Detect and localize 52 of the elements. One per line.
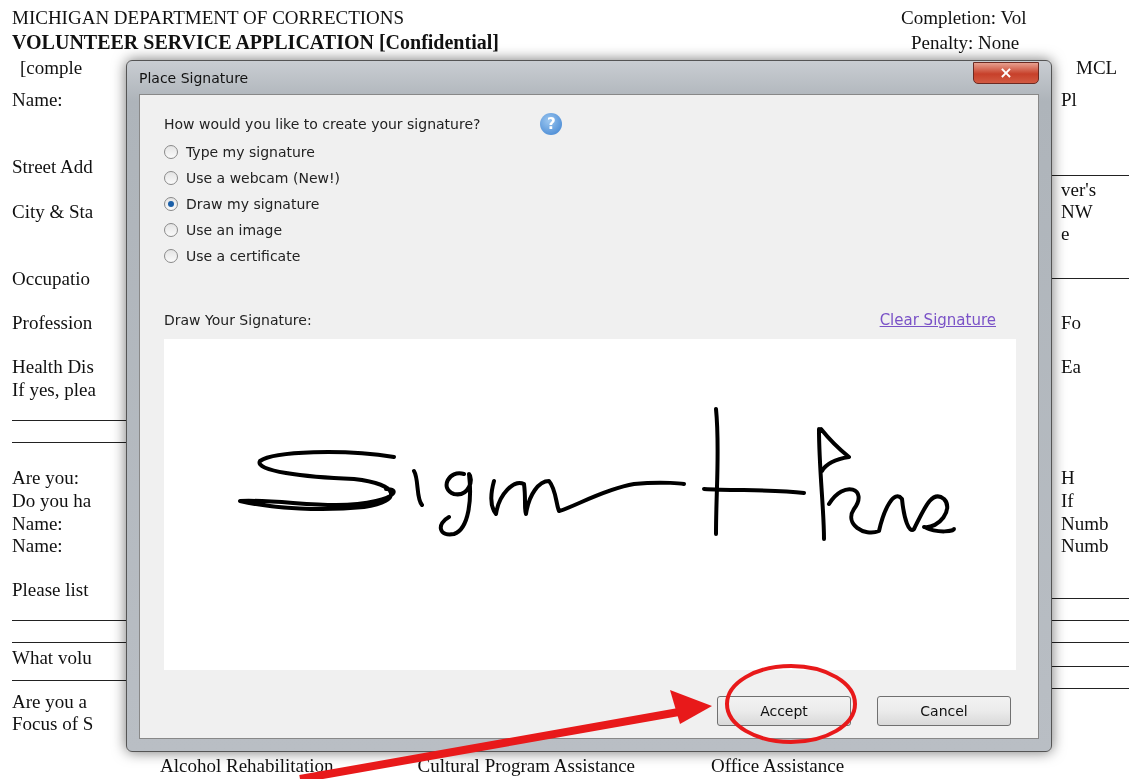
clear-signature-link[interactable]: Clear Signature xyxy=(879,311,996,329)
form-label: Name: xyxy=(12,535,64,557)
document-heading: MICHIGAN DEPARTMENT OF CORRECTIONS xyxy=(12,6,405,30)
form-label: Health Dis xyxy=(12,356,95,378)
form-label: NW xyxy=(1060,201,1094,223)
form-label: Are you a xyxy=(12,691,88,713)
form-label: Numb xyxy=(1060,535,1110,557)
radio-button[interactable] xyxy=(164,171,178,185)
close-button[interactable]: × xyxy=(973,61,1039,84)
form-label: H xyxy=(1060,467,1076,489)
form-label: Ea xyxy=(1060,356,1083,378)
form-label: Focus of S xyxy=(12,713,95,735)
form-label: Profession xyxy=(12,312,94,334)
form-label: Are you: xyxy=(12,467,80,489)
radio-option[interactable]: Draw my signature xyxy=(164,191,320,217)
form-label: Alcohol Rehabilitation xyxy=(160,755,334,777)
form-label: e xyxy=(1060,223,1071,245)
dialog-button[interactable]: Cancel xyxy=(877,696,1011,726)
radio-button[interactable] xyxy=(164,197,178,211)
document-heading: VOLUNTEER SERVICE APPLICATION [Confidential] xyxy=(12,30,499,55)
form-label: Pl xyxy=(1060,89,1078,111)
dialog-button[interactable]: Accept xyxy=(717,696,851,726)
radio-button[interactable] xyxy=(164,145,178,159)
form-label: City & Sta xyxy=(12,201,95,223)
signature-pad[interactable] xyxy=(164,339,1016,670)
form-label: If yes, plea xyxy=(12,379,97,401)
radio-option[interactable]: Use a webcam (New!) xyxy=(164,165,341,191)
form-label: ver's xyxy=(1060,179,1098,201)
radio-option[interactable]: Use a certificate xyxy=(164,243,301,269)
radio-button[interactable] xyxy=(164,249,178,263)
form-label: Numb xyxy=(1060,513,1110,535)
radio-option[interactable]: Type my signature xyxy=(164,139,315,165)
window-title: Place Signature xyxy=(139,69,249,86)
radio-button[interactable] xyxy=(164,223,178,237)
form-label: Cultural Program Assistance xyxy=(417,755,636,777)
draw-label: Draw Your Signature: xyxy=(164,312,312,328)
radio-option[interactable]: Use an image xyxy=(164,217,283,243)
document-heading: Completion: Vol xyxy=(901,6,1027,30)
form-label: Name: xyxy=(12,89,64,111)
document-heading: Penalty: None xyxy=(911,31,1020,55)
form-label: Fo xyxy=(1060,312,1083,334)
document-heading: MCL xyxy=(1076,56,1118,80)
form-label: Occupatio xyxy=(12,268,92,290)
form-label: Office Assistance xyxy=(711,755,845,777)
form-label: Name: xyxy=(12,513,64,535)
document-heading: [comple xyxy=(20,56,83,80)
form-label: What volu xyxy=(12,647,93,669)
form-label: Street Add xyxy=(12,156,94,178)
form-label: If xyxy=(1060,490,1075,512)
form-label: Please list xyxy=(12,579,90,601)
form-label: Do you ha xyxy=(12,490,93,512)
question-label: How would you like to create your signature? xyxy=(164,116,481,132)
